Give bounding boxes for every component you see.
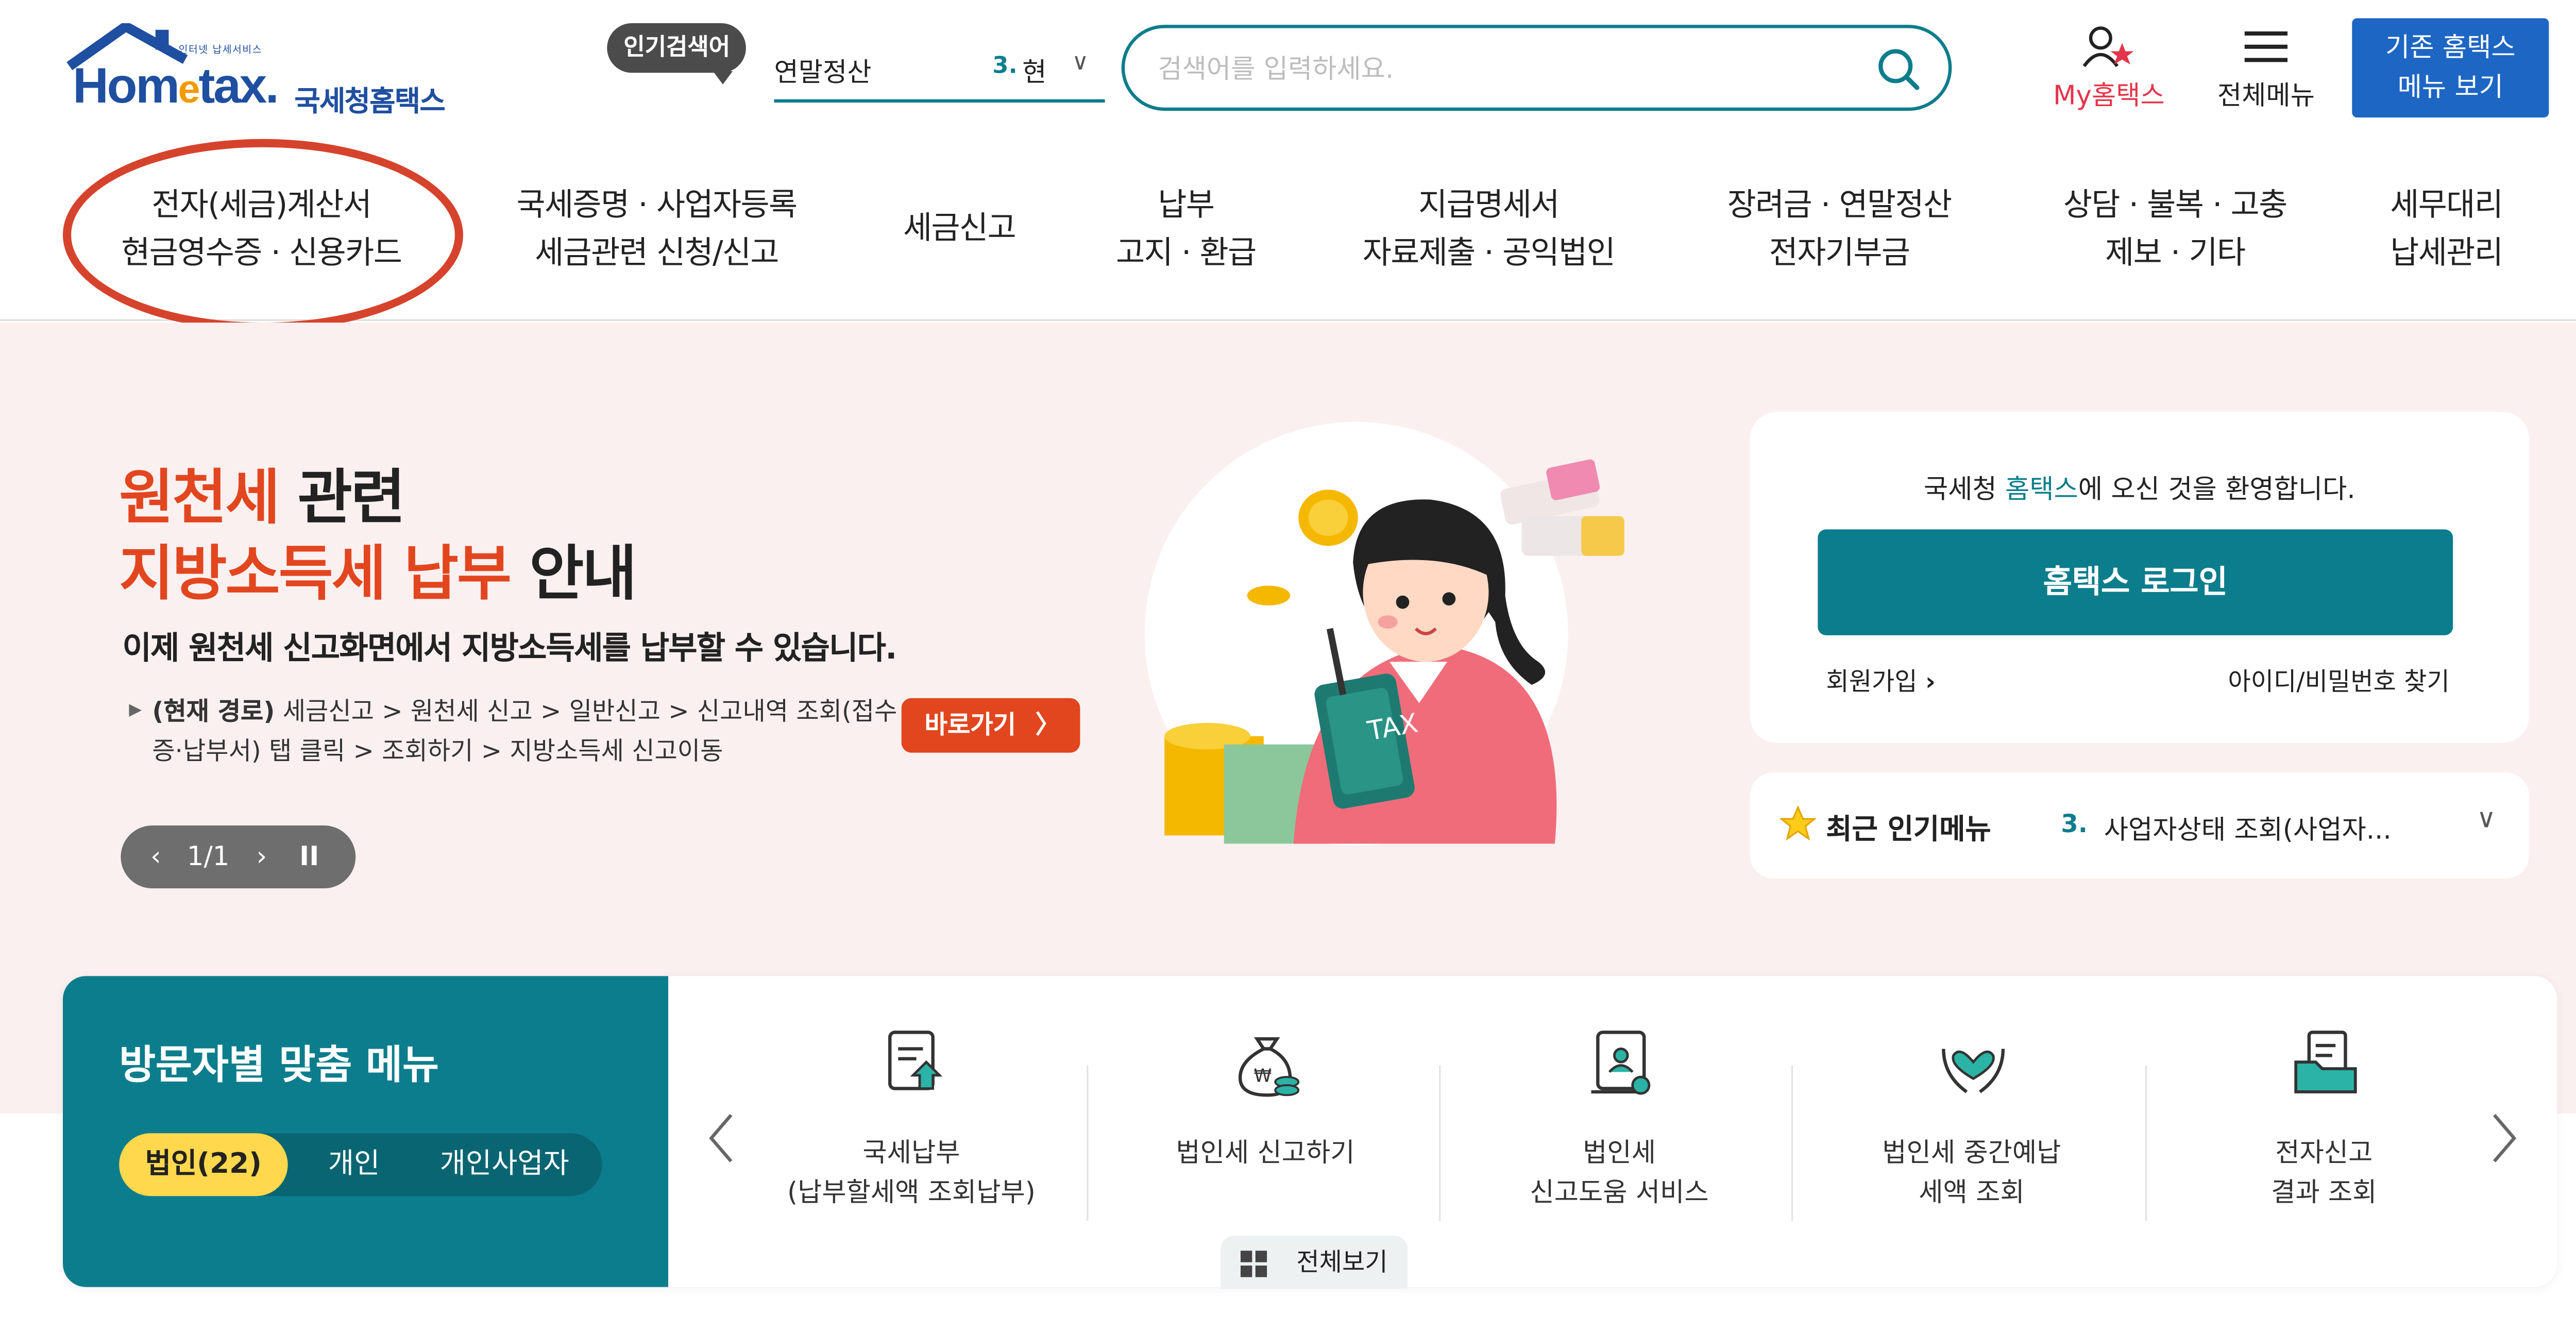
tab-individual[interactable]: 개인: [304, 1133, 404, 1196]
gnb-item-payment-statement[interactable]: 지급명세서 자료제출 · 공익법인: [1340, 182, 1638, 278]
gnb-item-tax-agent[interactable]: 세무대리 납세관리: [2359, 182, 2534, 278]
star-icon: [1780, 805, 1817, 841]
hero-description: 이제 원천세 신고화면에서 지방소득세를 납부할 수 있습니다.: [122, 630, 897, 667]
menu-interim-prepayment[interactable]: 법인세 중간예납 세액 조회: [1794, 1026, 2148, 1274]
pause-icon[interactable]: II: [299, 825, 319, 888]
grid-icon: [1240, 1251, 1267, 1277]
recent-popular-menu[interactable]: 최근 인기메뉴 3. 사업자상태 조회(사업자... ∨: [1750, 772, 2529, 879]
gnb-item-consulting[interactable]: 상담 · 불복 · 고충 제보 · 기타: [2038, 182, 2312, 278]
triangle-bullet-icon: ▶: [129, 701, 142, 720]
pager-prev-icon[interactable]: ‹: [150, 825, 161, 888]
recent-menu-item[interactable]: 사업자상태 조회(사업자...: [2104, 807, 2392, 847]
popular-keyword[interactable]: 연말정산: [774, 49, 973, 89]
gnb-item-incentive[interactable]: 장려금 · 연말정산 전자기부금: [1704, 182, 1975, 278]
logo-wordmark: Hometax.: [73, 59, 279, 114]
join-link[interactable]: 회원가입 ›: [1826, 663, 1935, 698]
my-hometax-button[interactable]: My홈택스: [2038, 23, 2180, 123]
popular-rank: 3.: [992, 53, 1018, 80]
search-icon[interactable]: [1876, 46, 1922, 93]
old-menu-button[interactable]: 기존 홈택스 메뉴 보기: [2352, 18, 2549, 117]
logo-subtitle: 인터넷 납세서비스: [178, 44, 263, 57]
hometax-logo[interactable]: 인터넷 납세서비스 Hometax. 국세청홈택스: [66, 23, 496, 123]
pager-next-icon[interactable]: ›: [257, 825, 267, 888]
old-menu-line1: 기존 홈택스: [2385, 31, 2516, 63]
hometax-login-button[interactable]: 홈택스 로그인: [1818, 529, 2453, 635]
hometax-page: 인터넷 납세서비스 Hometax. 국세청홈택스 인기검색어 연말정산 3. …: [0, 0, 2576, 1330]
recent-menu-rank: 3.: [2061, 808, 2088, 839]
menu-divider: [1791, 1065, 1793, 1221]
popular-search-badge: 인기검색어: [607, 23, 747, 85]
menu-corporate-tax-help[interactable]: 법인세 신고도움 서비스: [1443, 1026, 1797, 1274]
banner-pager: ‹ 1/1 › II: [121, 825, 356, 889]
svg-text:₩: ₩: [1254, 1066, 1272, 1087]
hero-title-line2: 지방소득세 납부 안내: [119, 541, 637, 609]
popular-keyword-ticker[interactable]: 연말정산 3. 현 ∨: [774, 43, 1105, 103]
menu-national-tax-payment[interactable]: 국세납부 (납부할세액 조회납부): [734, 1026, 1088, 1274]
tab-sole-proprietor[interactable]: 개인사업자: [417, 1133, 592, 1196]
menu-divider: [1439, 1065, 1441, 1221]
my-hometax-label: My홈택스: [2053, 79, 2165, 111]
search-box[interactable]: [1121, 25, 1952, 111]
recent-menu-title: 최근 인기메뉴: [1826, 814, 1991, 847]
visitor-menu-panel: 방문자별 맞춤 메뉴 법인(22) 개인 개인사업자: [62, 976, 669, 1287]
chevron-down-icon[interactable]: ∨: [2477, 802, 2496, 834]
chevron-right-icon: ›: [1925, 666, 1936, 697]
old-menu-line2: 메뉴 보기: [2397, 71, 2504, 103]
document-upload-icon: [888, 1031, 943, 1090]
goto-button[interactable]: 바로가기 〉: [901, 698, 1080, 753]
gnb-item-payment[interactable]: 납부 고지 · 환급: [1095, 182, 1277, 278]
login-card: 국세청 홈택스에 오신 것을 환영합니다. 홈택스 로그인 회원가입 › 아이디…: [1750, 412, 2529, 743]
hands-heart-icon: [1942, 1049, 2005, 1093]
find-id-password-link[interactable]: 아이디/비밀번호 찾기: [2228, 663, 2449, 698]
search-input[interactable]: [1158, 44, 1853, 91]
red-highlight-circle: [62, 139, 463, 331]
user-star-icon: [2082, 26, 2134, 68]
visitor-tabs: 법인(22) 개인 개인사업자: [119, 1133, 602, 1196]
logo-korean-name: 국세청홈택스: [294, 86, 445, 120]
chevron-right-icon: 〉: [1035, 710, 1060, 740]
folder-document-icon: [2294, 1031, 2357, 1093]
all-menu-label: 전체메뉴: [2217, 79, 2315, 111]
menu-e-filing-result[interactable]: 전자신고 결과 조회: [2147, 1026, 2501, 1274]
tax-girl-illustration: TAX: [1144, 421, 1624, 846]
welcome-message: 국세청 홈택스에 오신 것을 환영합니다.: [1923, 473, 2355, 505]
money-bag-icon: ₩: [1238, 1037, 1300, 1097]
pager-count: 1/1: [187, 840, 230, 872]
view-all-button[interactable]: 전체보기: [1221, 1236, 1408, 1289]
hero-current-path: ▶ (현재 경로) 세금신고 > 원천세 신고 > 일반신고 > 신고내역 조회…: [129, 692, 906, 771]
tab-corporation[interactable]: 법인(22): [119, 1133, 288, 1196]
gnb-item-certificate[interactable]: 국세증명 · 사업자등록 세금관련 신청/신고: [496, 182, 817, 278]
hamburger-menu-icon: [2244, 31, 2288, 62]
popular-rank-keyword[interactable]: 현: [1022, 49, 1048, 89]
chevron-down-icon[interactable]: ∨: [1072, 49, 1089, 76]
gnb-item-tax-filing[interactable]: 세금신고: [877, 205, 1042, 253]
hero-title-line1: 원천세 관련: [119, 465, 405, 533]
document-user-icon: [1591, 1031, 1651, 1095]
visitor-menu-title: 방문자별 맞춤 메뉴: [119, 1042, 439, 1089]
all-menu-button[interactable]: 전체메뉴: [2203, 23, 2329, 123]
